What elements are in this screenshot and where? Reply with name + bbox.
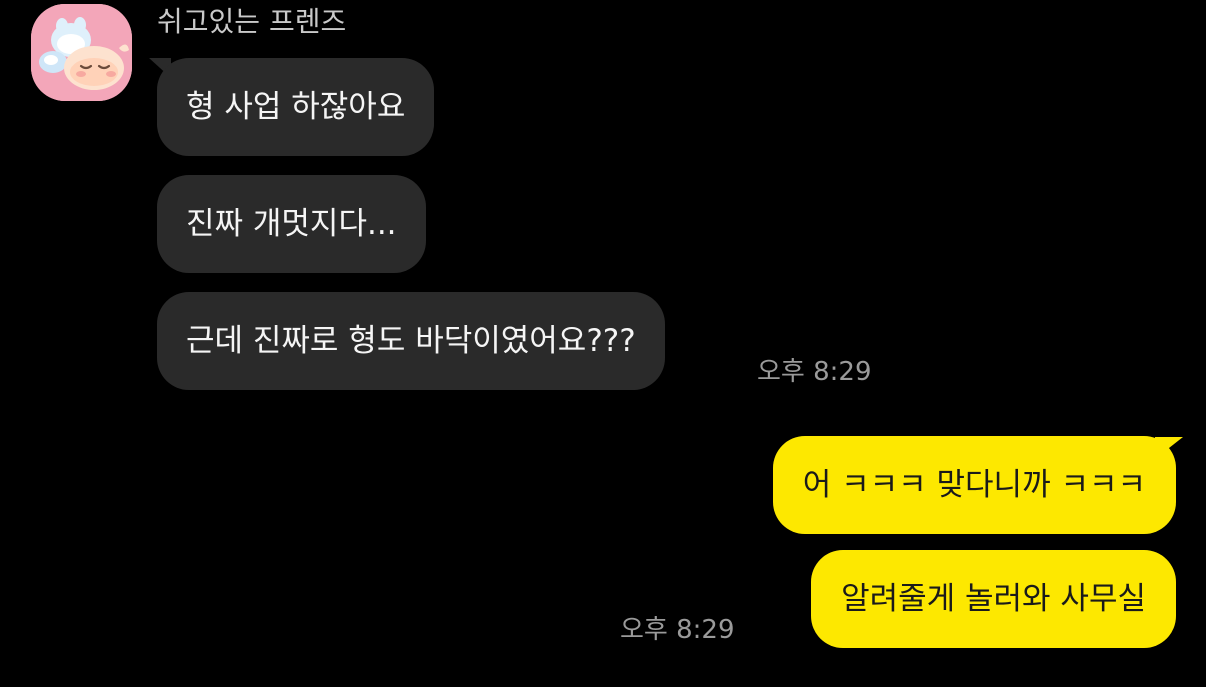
sender-name: 쉬고있는 프렌즈 <box>157 5 347 38</box>
sent-message-bubble[interactable]: 알려줄게 놀러와 사무실 <box>811 550 1176 648</box>
sender-avatar[interactable] <box>31 4 132 101</box>
sent-message-bubble[interactable]: 어 ㅋㅋㅋ 맞다니까 ㅋㅋㅋ <box>772 436 1176 534</box>
received-message-bubble[interactable]: 형 사업 하잖아요 <box>157 58 435 156</box>
received-message-bubble[interactable]: 진짜 개멋지다... <box>157 175 426 273</box>
received-message-bubble[interactable]: 근데 진짜로 형도 바닥이였어요??? <box>157 292 665 390</box>
message-timestamp: 오후 8:29 <box>620 615 735 645</box>
sleeping-peach-character-icon <box>31 4 132 101</box>
message-timestamp: 오후 8:29 <box>757 357 872 387</box>
